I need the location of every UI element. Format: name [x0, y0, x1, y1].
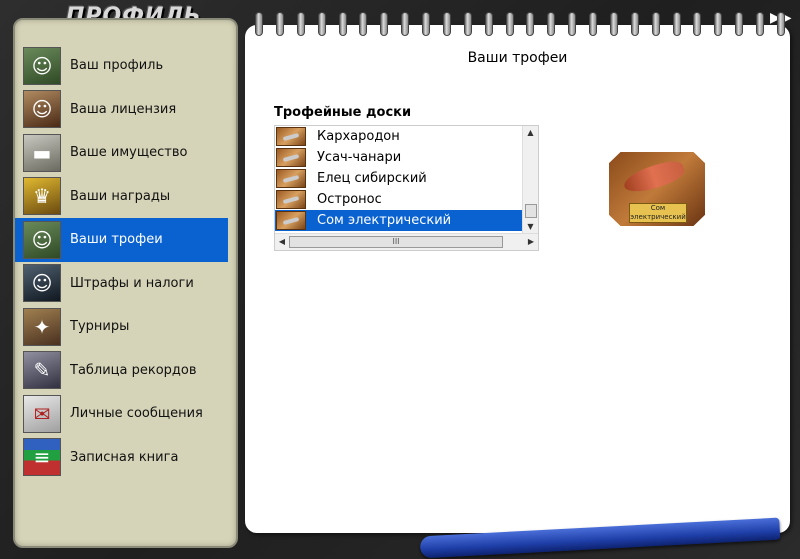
list-item[interactable]: Остронос [275, 189, 523, 210]
list-item[interactable]: Кархародон [275, 126, 523, 147]
scroll-left-icon[interactable]: ◀ [275, 234, 289, 250]
vertical-scrollbar[interactable]: ▲ ▼ [522, 126, 538, 234]
sidebar-item-messages[interactable]: ✉ Личные сообщения [15, 392, 228, 436]
sidebar-item-label: Записная книга [70, 449, 179, 465]
trophy-board-thumbnail-icon [276, 211, 306, 230]
vertical-scroll-thumb[interactable] [525, 204, 537, 218]
list-item[interactable]: Елец сибирский [275, 168, 523, 189]
trophy-board-thumbnail-icon [276, 169, 306, 188]
sidebar-item-awards[interactable]: ♛ Ваши награды [15, 175, 228, 219]
list-item-label: Остронос [317, 192, 382, 207]
books-stack-icon: ≡ [23, 438, 61, 477]
envelope-icon: ✉ [23, 394, 61, 433]
trophy-board-thumbnail-icon [276, 148, 306, 167]
fish-icon [621, 156, 687, 198]
sidebar-item-notebook[interactable]: ≡ Записная книга [15, 436, 228, 480]
sidebar-item-label: Ваши трофеи [70, 232, 163, 248]
sidebar-item-records[interactable]: ✎ Таблица рекордов [15, 349, 228, 393]
sidebar-item-label: Личные сообщения [70, 406, 203, 422]
camper-van-icon: ▬ [23, 133, 61, 172]
sidebar-item-tournaments[interactable]: ✦ Турниры [15, 305, 228, 349]
sidebar-item-fines[interactable]: ☺ Штрафы и налоги [15, 262, 228, 306]
trophy-plaque-preview: Сом электрический [609, 152, 705, 226]
sidebar-item-license[interactable]: ☺ Ваша лицензия [15, 88, 228, 132]
content-panel: Ваши трофеи Трофейные доски Кархародон У… [245, 25, 790, 533]
sidebar-item-label: Штрафы и налоги [70, 275, 194, 291]
list-item[interactable]: Усач-чанари [275, 147, 523, 168]
trophy-boards-label: Трофейные доски [274, 105, 412, 120]
trophy-cups-icon: ♛ [23, 177, 61, 216]
angler-trophy-icon: ☺ [23, 220, 61, 259]
angler-portrait-icon: ☺ [23, 46, 61, 85]
trophy-board-thumbnail-icon [276, 127, 306, 146]
sidebar-item-label: Таблица рекордов [70, 362, 197, 378]
license-officer-icon: ☺ [23, 90, 61, 129]
sidebar-item-label: Ваши награды [70, 188, 171, 204]
trophy-board-thumbnail-icon [276, 190, 306, 209]
scroll-right-icon[interactable]: ▶ [524, 234, 538, 250]
scroll-up-icon[interactable]: ▲ [523, 126, 538, 140]
list-item-label: Сом электрический [317, 213, 452, 228]
tournament-emblem-icon: ✦ [23, 307, 61, 346]
sidebar-item-trophies[interactable]: ☺ Ваши трофеи [15, 218, 228, 262]
list-item-selected[interactable]: Сом электрический [275, 210, 523, 231]
collapse-button[interactable]: ▶▶ [770, 10, 792, 26]
list-item-label: Усач-чанари [317, 150, 402, 165]
sidebar-item-label: Турниры [70, 319, 130, 335]
list-item-label: Елец сибирский [317, 171, 427, 186]
records-podium-icon: ✎ [23, 351, 61, 390]
list-item-label: Кархародон [317, 129, 400, 144]
list-rows: Кархародон Усач-чанари Елец сибирский Ос… [275, 126, 523, 234]
sidebar-item-profile[interactable]: ☺ Ваш профиль [15, 44, 228, 88]
sidebar: ☺ Ваш профиль ☺ Ваша лицензия ▬ Ваше иму… [13, 18, 238, 548]
inspector-icon: ☺ [23, 264, 61, 303]
sidebar-item-label: Ваше имущество [70, 145, 188, 161]
sidebar-item-property[interactable]: ▬ Ваше имущество [15, 131, 228, 175]
scroll-down-icon[interactable]: ▼ [523, 220, 538, 234]
horizontal-scroll-thumb[interactable]: III [289, 236, 503, 248]
horizontal-scrollbar[interactable]: ◀ III ▶ [275, 233, 538, 250]
sidebar-item-label: Ваш профиль [70, 58, 164, 74]
page-title: Ваши трофеи [467, 50, 568, 66]
sidebar-item-label: Ваша лицензия [70, 101, 177, 117]
trophy-boards-list[interactable]: Кархародон Усач-чанари Елец сибирский Ос… [274, 125, 539, 251]
plaque-caption: Сом электрический [629, 203, 687, 223]
